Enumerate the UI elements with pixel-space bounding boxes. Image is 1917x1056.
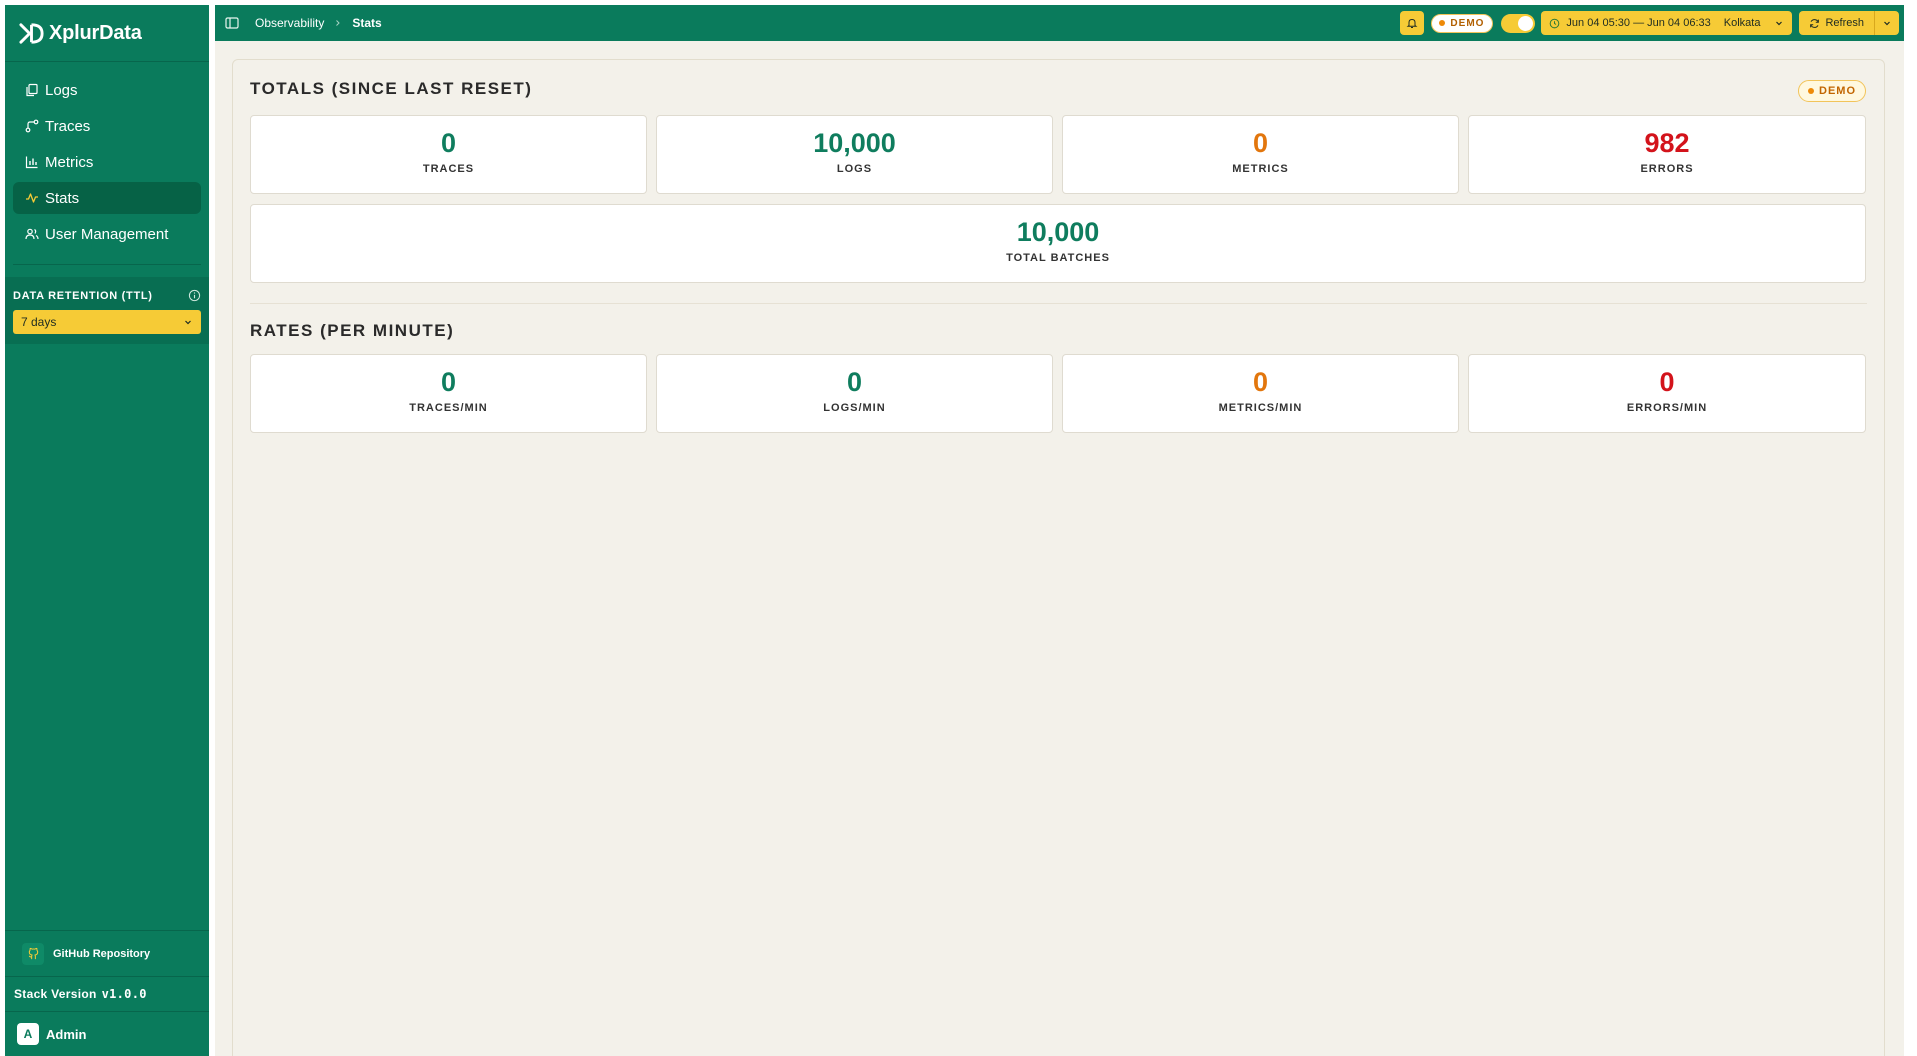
sidebar-item-user-management[interactable]: User Management	[13, 218, 201, 250]
sidebar-toggle-icon[interactable]	[224, 15, 240, 31]
info-icon[interactable]	[188, 289, 201, 302]
totals-title: TOTALS (SINCE LAST RESET)	[250, 79, 533, 98]
sidebar-item-label: Metrics	[45, 153, 94, 171]
stat-label: ERRORS	[1640, 163, 1694, 175]
sidebar-footer: GitHub Repository Stack Version v1.0.0 A…	[5, 930, 209, 1056]
stat-card-errors: 982 ERRORS	[1468, 115, 1866, 194]
stats-panel: TOTALS (SINCE LAST RESET) DEMO 0 TRACES …	[232, 59, 1885, 1056]
stat-card-total-batches: 10,000 TOTAL BATCHES	[250, 204, 1866, 283]
breadcrumb-observability[interactable]: Observability	[255, 16, 324, 30]
github-repository-label: GitHub Repository	[53, 947, 151, 960]
refresh-options-button[interactable]	[1875, 11, 1899, 35]
stat-label: METRICS	[1232, 163, 1289, 175]
top-header: Observability Stats DEMO Jun 04 05:30 — …	[215, 5, 1904, 41]
sidebar-item-label: User Management	[45, 225, 169, 243]
refresh-icon	[1810, 18, 1820, 28]
rate-card-traces: 0 TRACES/MIN	[250, 354, 647, 433]
sidebar-item-metrics[interactable]: Metrics	[13, 146, 201, 178]
stack-version-value: v1.0.0	[101, 987, 147, 1001]
sidebar-item-stats[interactable]: Stats	[13, 182, 201, 214]
user-menu[interactable]: A Admin	[5, 1012, 209, 1056]
stat-label: TRACES/MIN	[409, 402, 488, 414]
clock-icon	[1550, 18, 1560, 28]
toggle-knob	[1518, 15, 1534, 31]
chevron-down-icon	[185, 320, 191, 325]
sidebar-item-label: Logs	[45, 81, 78, 99]
stat-label: TOTAL BATCHES	[1006, 252, 1110, 264]
demo-badge: DEMO	[1431, 13, 1494, 33]
sidebar-item-label: Stats	[45, 189, 80, 207]
demo-badge-label: DEMO	[1819, 85, 1856, 97]
demo-dot-icon	[1439, 20, 1446, 26]
theme-toggle[interactable]	[1501, 13, 1536, 33]
avatar: A	[17, 1023, 39, 1045]
data-retention-section: DATA RETENTION (TTL) 7 days	[5, 277, 209, 344]
stat-value: 0	[846, 367, 863, 397]
stat-value: 10,000	[813, 128, 896, 158]
rate-card-logs: 0 LOGS/MIN	[656, 354, 1053, 433]
stat-label: METRICS/MIN	[1218, 402, 1303, 414]
stats-icon	[26, 193, 38, 203]
header-actions: DEMO Jun 04 05:30 — Jun 04 06:33 Kolkata…	[1400, 5, 1899, 41]
xplurdata-logo-icon	[19, 22, 44, 44]
rate-card-errors: 0 ERRORS/MIN	[1468, 354, 1866, 433]
section-divider	[250, 303, 1867, 304]
bell-icon	[1406, 18, 1418, 28]
chevron-down-icon	[1884, 21, 1890, 26]
stack-version: Stack Version v1.0.0	[5, 976, 209, 1012]
demo-dot-icon	[1808, 88, 1814, 94]
demo-badge: DEMO	[1798, 80, 1866, 102]
chevron-right-icon	[336, 20, 341, 26]
brand[interactable]: XplurData	[5, 5, 209, 62]
stat-card-logs: 10,000 LOGS	[656, 115, 1053, 194]
stat-value: 10,000	[1016, 217, 1100, 247]
chevron-down-icon	[1776, 21, 1783, 26]
stat-label: LOGS	[836, 163, 873, 175]
sidebar-item-traces[interactable]: Traces	[13, 110, 201, 142]
sidebar-divider	[13, 264, 201, 265]
stat-label: TRACES	[422, 163, 475, 175]
sidebar-item-label: Traces	[45, 117, 91, 135]
rates-title: RATES (PER MINUTE)	[250, 321, 455, 340]
sidebar: XplurData Logs Traces Metrics Stats User…	[5, 5, 209, 1056]
time-range-value: Jun 04 05:30 — Jun 04 06:33	[1566, 17, 1711, 29]
refresh-button[interactable]: Refresh	[1799, 11, 1875, 35]
github-icon	[22, 942, 44, 965]
data-retention-value: 7 days	[21, 315, 57, 329]
stat-value: 0	[440, 128, 457, 158]
demo-badge-label: DEMO	[1450, 17, 1485, 29]
metrics-icon	[25, 156, 38, 169]
main-content: TOTALS (SINCE LAST RESET) DEMO 0 TRACES …	[215, 41, 1904, 1056]
refresh-label: Refresh	[1825, 17, 1864, 29]
github-repository-link[interactable]: GitHub Repository	[5, 930, 209, 976]
sidebar-item-logs[interactable]: Logs	[13, 74, 201, 106]
rate-card-metrics: 0 METRICS/MIN	[1062, 354, 1459, 433]
stat-value: 0	[440, 367, 457, 397]
breadcrumb-current: Stats	[352, 16, 382, 30]
stack-version-label: Stack Version	[14, 987, 97, 1001]
stat-label: LOGS/MIN	[823, 402, 886, 414]
stat-card-traces: 0 TRACES	[250, 115, 647, 194]
logs-icon	[26, 83, 38, 97]
time-range-picker[interactable]: Jun 04 05:30 — Jun 04 06:33 Kolkata	[1541, 11, 1793, 35]
stat-value: 0	[1659, 367, 1675, 397]
stat-card-metrics: 0 METRICS	[1062, 115, 1459, 194]
sidebar-nav: Logs Traces Metrics Stats User Managemen…	[5, 62, 209, 250]
notifications-button[interactable]	[1400, 11, 1425, 35]
user-name: Admin	[46, 1026, 87, 1042]
data-retention-label: DATA RETENTION (TTL)	[13, 289, 153, 302]
stat-value: 982	[1644, 128, 1690, 158]
traces-icon	[25, 119, 39, 133]
refresh-split-button: Refresh	[1799, 11, 1899, 35]
users-icon	[25, 228, 39, 240]
data-retention-select[interactable]: 7 days	[13, 310, 201, 334]
stat-label: ERRORS/MIN	[1626, 402, 1708, 414]
stat-value: 0	[1252, 128, 1269, 158]
brand-name: XplurData	[49, 21, 142, 44]
timezone-value: Kolkata	[1723, 17, 1761, 29]
stat-value: 0	[1252, 367, 1269, 397]
